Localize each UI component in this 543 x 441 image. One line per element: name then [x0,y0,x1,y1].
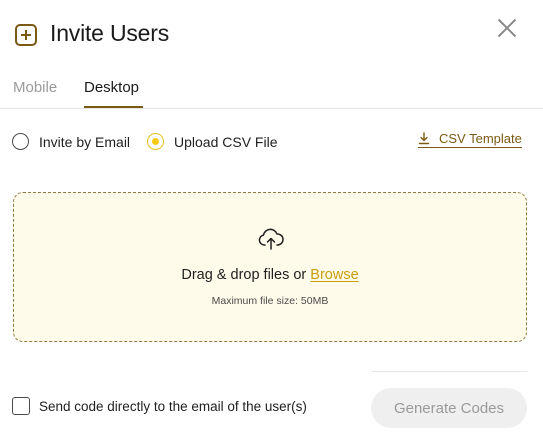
plus-square-icon [15,24,37,46]
invite-users-dialog: Invite Users Mobile Desktop Invite by Em… [0,0,543,441]
max-file-size-hint: Maximum file size: 50MB [211,295,329,307]
csv-template-link[interactable]: CSV Template [418,131,522,148]
upload-csv-label: Upload CSV File [174,133,278,150]
invite-by-email-option[interactable]: Invite by Email [12,133,130,150]
send-email-option[interactable]: Send code directly to the email of the u… [12,397,307,415]
close-icon[interactable] [495,16,519,40]
tab-divider [0,108,543,109]
footer-divider [372,371,527,372]
dialog-title: Invite Users [50,20,170,46]
csv-template-label: CSV Template [439,131,522,146]
tab-desktop[interactable]: Desktop [84,79,139,106]
browse-link[interactable]: Browse [310,267,358,283]
dropzone-instruction: Drag & drop files or [181,267,311,283]
upload-csv-radio[interactable] [147,133,164,150]
upload-csv-option[interactable]: Upload CSV File [147,133,278,150]
invite-by-email-label: Invite by Email [39,133,131,150]
cloud-upload-icon [257,227,285,251]
invite-by-email-radio[interactable] [12,133,29,150]
tab-mobile[interactable]: Mobile [13,79,57,106]
generate-codes-button[interactable]: Generate Codes [371,388,527,428]
send-email-checkbox[interactable] [12,397,30,415]
download-icon [418,132,430,145]
send-email-label: Send code directly to the email of the u… [39,398,307,414]
file-dropzone[interactable]: Drag & drop files or Browse Maximum file… [13,192,527,342]
dropzone-text: Drag & drop files or Browse [14,267,526,283]
